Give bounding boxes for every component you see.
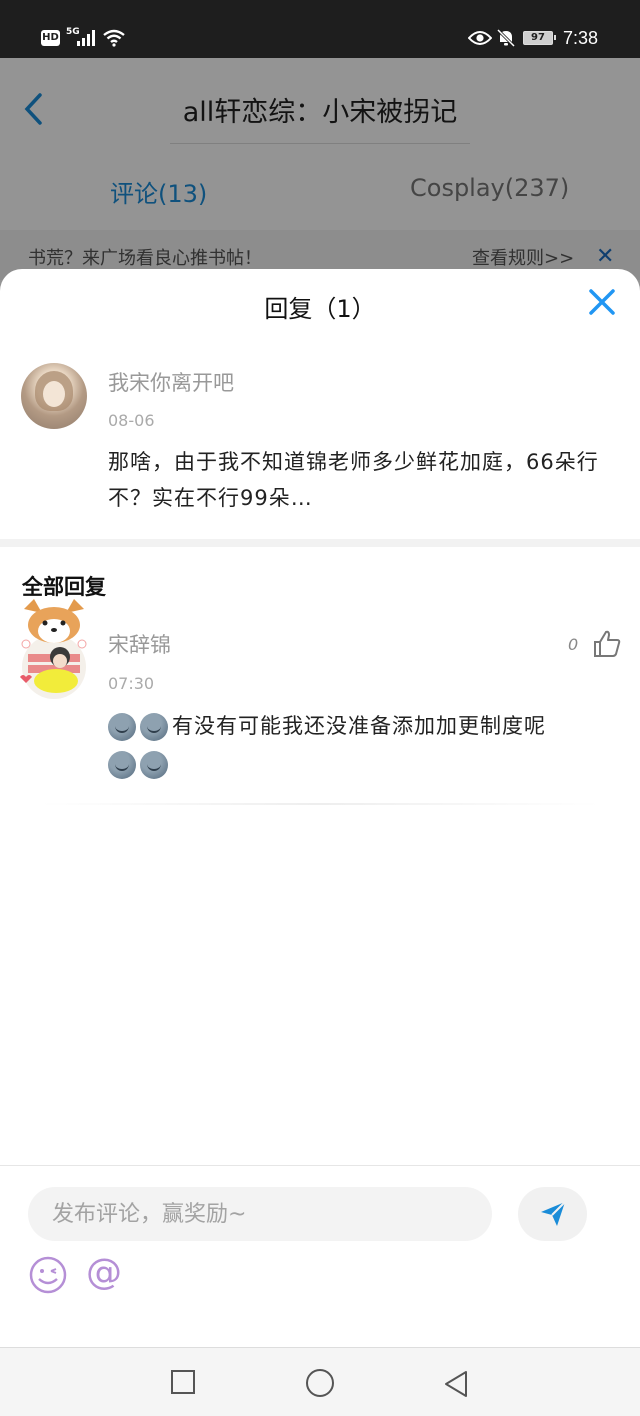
wifi-icon xyxy=(103,29,125,47)
comment-date: 08-06 xyxy=(108,411,155,430)
mute-bell-icon xyxy=(496,28,516,48)
recent-apps-icon[interactable] xyxy=(171,1370,195,1394)
moon-face-icon xyxy=(140,713,168,741)
avatar[interactable] xyxy=(21,363,87,429)
send-icon xyxy=(540,1201,566,1226)
send-button[interactable] xyxy=(518,1187,587,1241)
battery-indicator: 97 xyxy=(523,31,556,45)
reply-text-body: 有没有可能我还没准备添加加更制度呢 xyxy=(172,714,546,738)
back-triangle-icon[interactable] xyxy=(442,1369,470,1399)
moon-face-icon xyxy=(108,713,136,741)
reply-date: 07:30 xyxy=(108,674,155,693)
system-nav-bar xyxy=(0,1347,640,1416)
sheet-title: 回复（1） xyxy=(264,295,376,323)
hd-badge: HD xyxy=(41,30,60,46)
all-replies-heading: 全部回复 xyxy=(22,575,106,599)
reply-text: 有没有可能我还没准备添加加更制度呢 xyxy=(108,707,623,783)
comment-input[interactable] xyxy=(28,1187,492,1241)
avatar[interactable] xyxy=(14,599,94,704)
like-count: 0 xyxy=(568,635,579,654)
moon-face-icon xyxy=(108,751,136,779)
reply-divider xyxy=(40,803,600,805)
section-divider xyxy=(0,539,640,547)
eye-icon xyxy=(468,31,492,45)
comment-composer: @ xyxy=(0,1165,640,1348)
thumbs-up-icon[interactable] xyxy=(592,629,622,659)
moon-face-icon xyxy=(140,751,168,779)
home-icon[interactable] xyxy=(306,1369,334,1397)
reply-username[interactable]: 宋辞锦 xyxy=(108,629,171,659)
comment-text: 那啥，由于我不知道锦老师多少鲜花加庭，66朵行不？实在不行99朵… xyxy=(108,450,599,510)
emoji-icon[interactable] xyxy=(28,1255,68,1295)
mention-button[interactable]: @ xyxy=(86,1253,122,1293)
status-bar: HD 5G 97 7:38 xyxy=(0,0,640,58)
clock: 7:38 xyxy=(563,28,599,48)
original-comment: 我宋你离开吧 08-06 那啥，由于我不知道锦老师多少鲜花加庭，66朵行不？实在… xyxy=(0,349,640,539)
close-icon[interactable] xyxy=(585,285,619,319)
reply-item: 宋辞锦 07:30 0 有没有可能我还没准备添加加更制度呢 xyxy=(0,599,640,804)
comment-username[interactable]: 我宋你离开吧 xyxy=(108,367,234,397)
signal-icon xyxy=(77,30,95,46)
